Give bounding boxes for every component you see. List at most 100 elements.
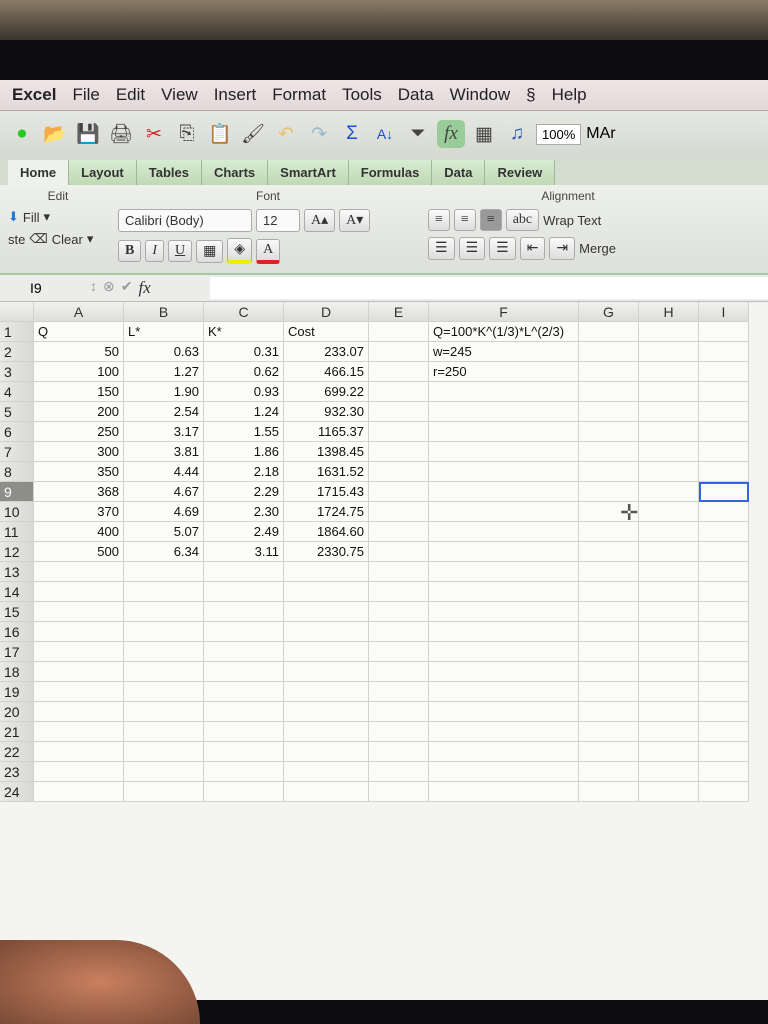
cell-e16[interactable] [369,622,429,642]
row-header[interactable]: 8 [0,462,34,482]
tab-home[interactable]: Home [8,160,70,185]
row-header[interactable]: 21 [0,722,34,742]
row-header[interactable]: 15 [0,602,34,622]
cell-f16[interactable] [429,622,579,642]
row-header[interactable]: 20 [0,702,34,722]
cell-b11[interactable]: 5.07 [124,522,204,542]
row-header[interactable]: 9 [0,482,34,502]
merge-button[interactable]: Merge [579,241,616,256]
paste-label[interactable]: ste [8,232,25,247]
cell-f4[interactable] [429,382,579,402]
cell-d22[interactable] [284,742,369,762]
cell-h12[interactable] [639,542,699,562]
cell-f1[interactable]: Q=100*K^(1/3)*L^(2/3) [429,322,579,342]
row-header[interactable]: 22 [0,742,34,762]
cell-f8[interactable] [429,462,579,482]
row-header[interactable]: 10 [0,502,34,522]
open-icon[interactable]: 📂 [41,120,69,148]
cell-h19[interactable] [639,682,699,702]
align-center-icon[interactable]: ☰ [458,237,486,260]
cell-b7[interactable]: 3.81 [124,442,204,462]
cell-g17[interactable] [579,642,639,662]
cell-i3[interactable] [699,362,749,382]
column-header-c[interactable]: C [204,302,284,322]
spreadsheet-grid[interactable]: A B C D E F G H I 1 Q L* K* Cost Q=100*K^(1/3)*L^(2/3)… [0,302,750,802]
cell-d20[interactable] [284,702,369,722]
formula-builder-icon[interactable]: fx [437,120,465,148]
cell-i1[interactable] [699,322,749,342]
cell-c5[interactable]: 1.24 [204,402,284,422]
cell-g24[interactable] [579,782,639,802]
cell-e22[interactable] [369,742,429,762]
row-header[interactable]: 1 [0,322,34,342]
fill-dropdown-icon[interactable]: ▾ [44,209,51,225]
font-name-select[interactable]: Calibri (Body) [118,209,252,232]
row-header[interactable]: 11 [0,522,34,542]
menu-app-excel[interactable]: Excel [12,85,56,105]
column-header-f[interactable]: F [429,302,579,322]
cell-h18[interactable] [639,662,699,682]
cell-b6[interactable]: 3.17 [124,422,204,442]
cell-g9[interactable] [579,482,639,502]
cell-d2[interactable]: 233.07 [284,342,369,362]
tab-formulas[interactable]: Formulas [348,160,433,185]
cell-g5[interactable] [579,402,639,422]
cell-i8[interactable] [699,462,749,482]
cell-b3[interactable]: 1.27 [124,362,204,382]
cell-b19[interactable] [124,682,204,702]
cell-e2[interactable] [369,342,429,362]
cell-a24[interactable] [34,782,124,802]
cell-g20[interactable] [579,702,639,722]
name-box[interactable]: I9 [0,280,90,296]
cell-g19[interactable] [579,682,639,702]
script-menu-icon[interactable]: § [526,85,535,105]
tab-layout[interactable]: Layout [69,160,137,185]
cell-b5[interactable]: 2.54 [124,402,204,422]
cell-g2[interactable] [579,342,639,362]
cell-h6[interactable] [639,422,699,442]
cell-f6[interactable] [429,422,579,442]
cell-e20[interactable] [369,702,429,722]
cell-c22[interactable] [204,742,284,762]
cell-a6[interactable]: 250 [34,422,124,442]
cell-h24[interactable] [639,782,699,802]
cell-d21[interactable] [284,722,369,742]
cell-a10[interactable]: 370 [34,502,124,522]
cell-c10[interactable]: 2.30 [204,502,284,522]
cell-b18[interactable] [124,662,204,682]
cell-h10[interactable] [639,502,699,522]
cell-d13[interactable] [284,562,369,582]
cell-e14[interactable] [369,582,429,602]
cell-i5[interactable] [699,402,749,422]
cell-h9[interactable] [639,482,699,502]
cell-h23[interactable] [639,762,699,782]
cell-g1[interactable] [579,322,639,342]
wrap-text-button[interactable]: Wrap Text [543,213,601,228]
cell-g22[interactable] [579,742,639,762]
align-middle-icon[interactable]: ≡ [453,209,476,231]
copy-icon[interactable]: ⎘ [173,120,201,148]
cell-d5[interactable]: 932.30 [284,402,369,422]
row-header[interactable]: 16 [0,622,34,642]
row-header[interactable]: 14 [0,582,34,602]
cell-a4[interactable]: 150 [34,382,124,402]
cell-h5[interactable] [639,402,699,422]
cell-d12[interactable]: 2330.75 [284,542,369,562]
cell-h14[interactable] [639,582,699,602]
cell-i23[interactable] [699,762,749,782]
cell-g18[interactable] [579,662,639,682]
sort-icon[interactable]: A↓ [371,120,399,148]
cell-b17[interactable] [124,642,204,662]
cell-h22[interactable] [639,742,699,762]
row-header[interactable]: 12 [0,542,34,562]
align-right-icon[interactable]: ☰ [489,237,516,260]
cell-f9[interactable] [429,482,579,502]
cell-g6[interactable] [579,422,639,442]
cell-b4[interactable]: 1.90 [124,382,204,402]
cell-c2[interactable]: 0.31 [204,342,284,362]
cell-i21[interactable] [699,722,749,742]
column-header-e[interactable]: E [369,302,429,322]
cell-e5[interactable] [369,402,429,422]
cell-i2[interactable] [699,342,749,362]
cell-f7[interactable] [429,442,579,462]
